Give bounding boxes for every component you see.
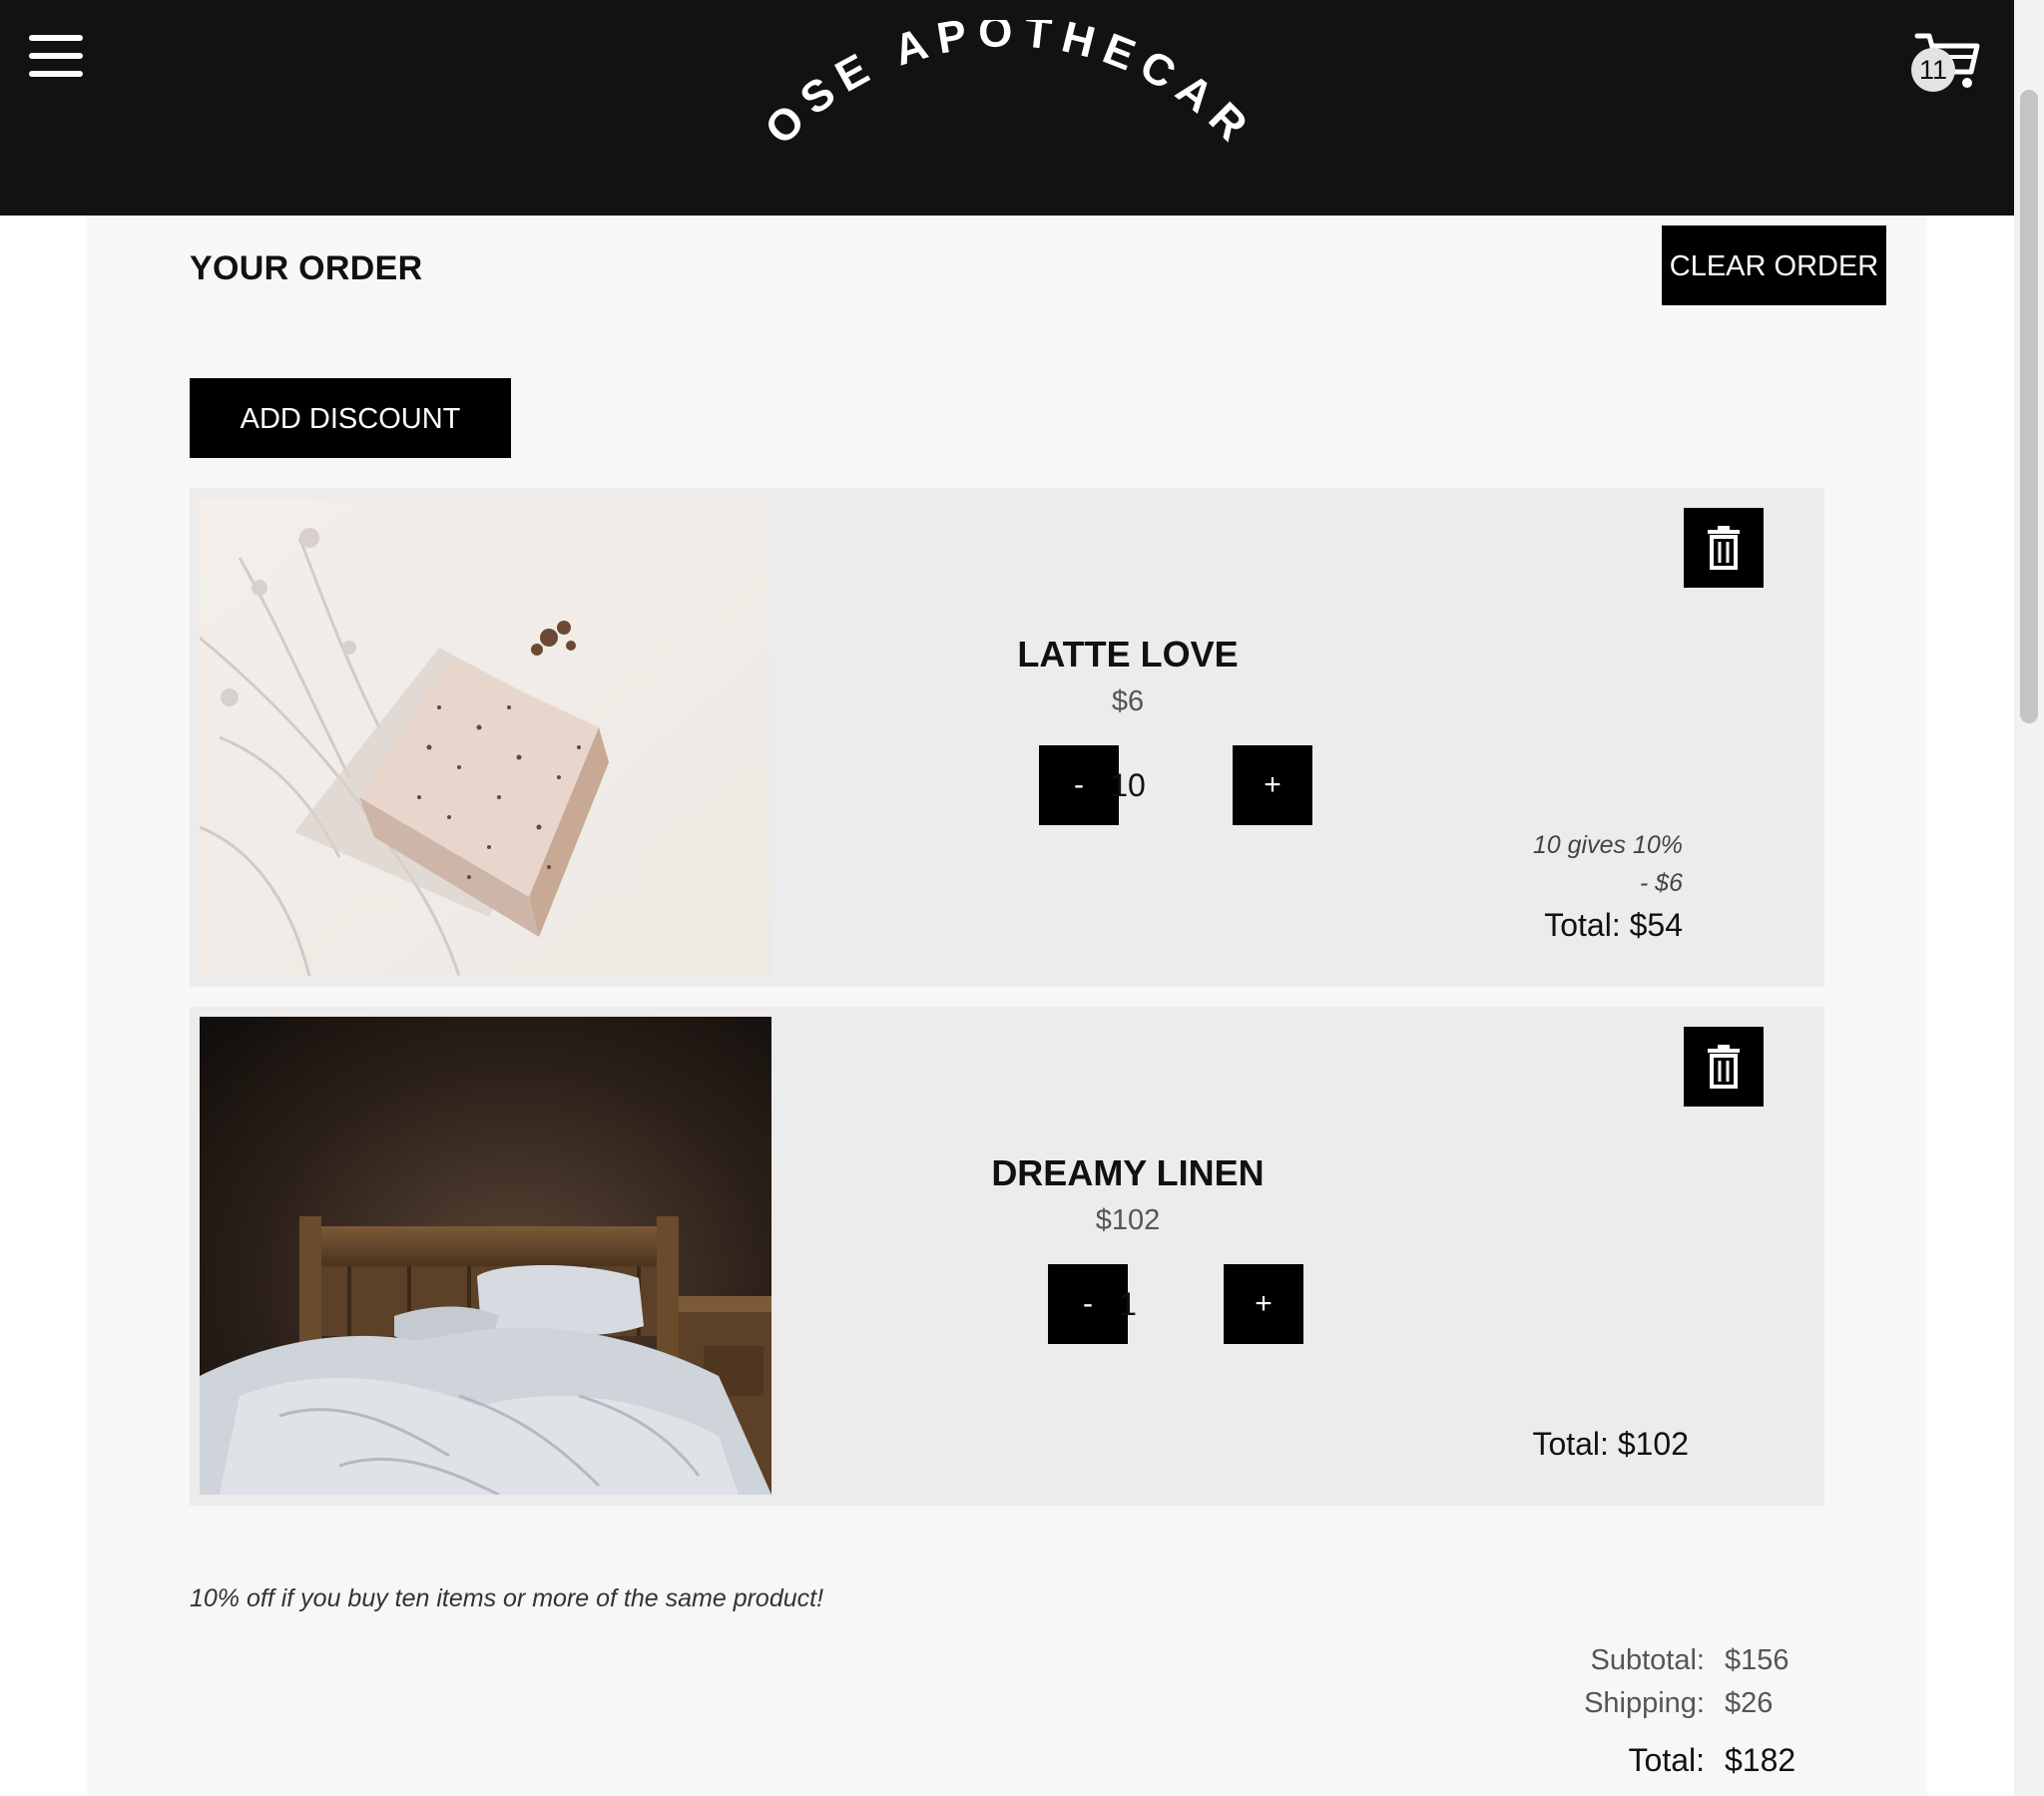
product-image-bed: [200, 1017, 771, 1495]
bulk-discount-info: 10% off if you buy ten items or more of …: [190, 1584, 824, 1612]
site-header: ROSE APOTHECARY 11: [0, 0, 2014, 216]
trash-icon: [1708, 1045, 1740, 1089]
product-image-soap: [200, 498, 771, 976]
page-title: YOUR ORDER: [190, 249, 423, 287]
remove-item-button[interactable]: [1684, 1027, 1764, 1107]
bulk-discount-amount: - $6: [1639, 869, 1683, 897]
brand-name: ROSE APOTHECARY: [739, 20, 1253, 156]
order-total-label: Total:: [1628, 1742, 1705, 1778]
brand-logo[interactable]: ROSE APOTHECARY: [739, 20, 1278, 200]
shipping-label: Shipping:: [1584, 1687, 1705, 1719]
item-total: Total: $54: [1544, 907, 1683, 943]
add-discount-code-button[interactable]: ADD DISCOUNT CODE: [190, 378, 511, 515]
increase-quantity-button[interactable]: +: [1233, 745, 1312, 825]
bulk-discount-note: 10 gives 10%: [1532, 831, 1683, 859]
product-price: $102: [1095, 1204, 1161, 1236]
product-name: LATTE LOVE: [1017, 634, 1239, 674]
cart-count-badge: 11: [1911, 48, 1955, 92]
shipping-value: $26: [1725, 1687, 1774, 1719]
cart-item: LATTE LOVE $6 - 10 + 10 gives 10% - $6 T…: [190, 488, 1824, 987]
remove-item-button[interactable]: [1684, 508, 1764, 588]
menu-icon[interactable]: [29, 35, 83, 77]
trash-icon: [1708, 526, 1740, 570]
product-price: $6: [1111, 685, 1145, 717]
svg-text:ROSE APOTHECARY: ROSE APOTHECARY: [739, 20, 1263, 156]
order-panel: YOUR ORDER CLEAR ORDER ADD DISCOUNT CODE: [87, 216, 1927, 1796]
subtotal-value: $156: [1725, 1644, 1789, 1676]
quantity-value: 10: [1110, 767, 1146, 803]
subtotal-label: Subtotal:: [1590, 1644, 1705, 1676]
cart-item: DREAMY LINEN $102 - 1 + Total: $102: [190, 1007, 1824, 1506]
order-total-value: $182: [1725, 1742, 1796, 1778]
cart-button[interactable]: 11: [1911, 30, 1981, 94]
product-name: DREAMY LINEN: [991, 1152, 1265, 1193]
quantity-value: 1: [1119, 1286, 1137, 1322]
clear-order-button[interactable]: CLEAR ORDER: [1662, 225, 1886, 305]
increase-quantity-button[interactable]: +: [1224, 1264, 1303, 1344]
item-total: Total: $102: [1532, 1426, 1689, 1462]
scrollbar-thumb[interactable]: [2020, 90, 2038, 723]
